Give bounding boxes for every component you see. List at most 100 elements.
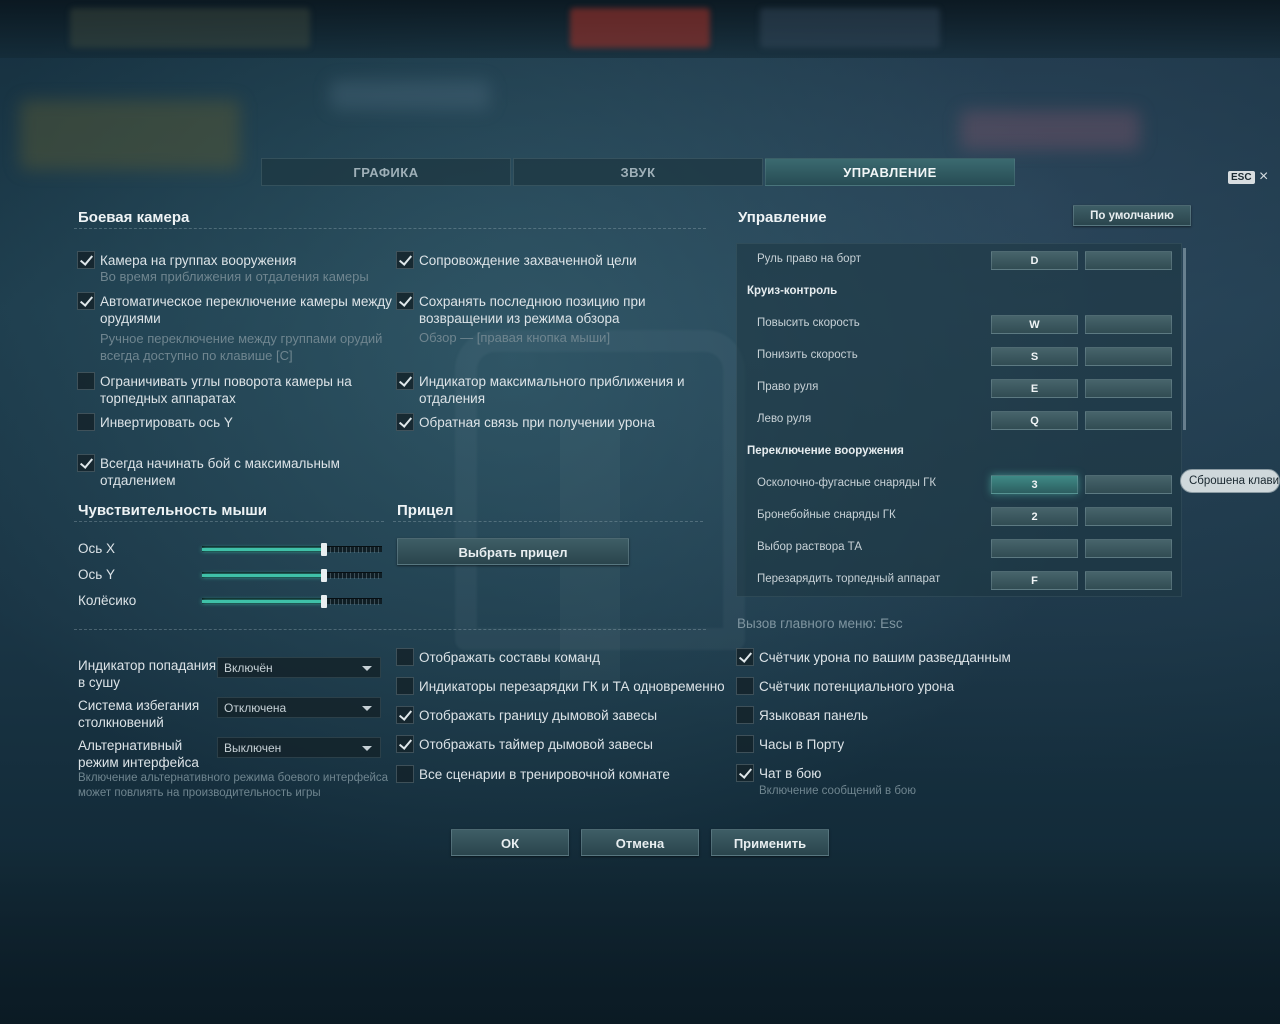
mouse-x-slider[interactable] <box>202 543 382 556</box>
select-value: Включён <box>224 661 273 675</box>
invert-y-checkbox[interactable] <box>77 413 95 431</box>
primary-key-button[interactable] <box>991 539 1078 558</box>
damage-feedback-checkbox[interactable] <box>396 413 414 431</box>
mouse-y-slider[interactable] <box>202 569 382 582</box>
select-value: Отключена <box>224 701 287 715</box>
cancel-button[interactable]: Отмена <box>581 829 699 856</box>
checkbox-label: Все сценарии в тренировочной комнате <box>419 767 670 782</box>
slider-label: Ось Y <box>78 567 116 582</box>
blurred-bottom-strip <box>0 850 1280 1024</box>
keybind-group-title: Круиз-контроль <box>747 285 838 297</box>
checkbox-label: Отображать составы команд <box>419 650 601 665</box>
battle-chat-checkbox[interactable] <box>736 764 754 782</box>
secondary-key-button[interactable] <box>1085 571 1172 590</box>
secondary-key-button[interactable] <box>1085 507 1172 526</box>
checkbox-label: Счётчик потенциального урона <box>759 679 955 694</box>
section-divider <box>74 228 706 229</box>
section-divider <box>393 521 703 522</box>
smoke-border-checkbox[interactable] <box>396 706 414 724</box>
apply-button[interactable]: Применить <box>711 829 829 856</box>
tab-controls[interactable]: УПРАВЛЕНИЕ <box>765 158 1015 186</box>
camera-section-title: Боевая камера <box>78 209 190 226</box>
keybind-action: Осколочно-фугасные снаряды ГК <box>757 477 937 489</box>
scouting-damage-counter-checkbox[interactable] <box>736 648 754 666</box>
reload-indicators-checkbox[interactable] <box>396 677 414 695</box>
potential-damage-counter-checkbox[interactable] <box>736 677 754 695</box>
secondary-key-button[interactable] <box>1085 347 1172 366</box>
save-camera-position-checkbox[interactable] <box>396 292 414 310</box>
limit-torpedo-camera-checkbox[interactable] <box>77 372 95 390</box>
all-scenarios-checkbox[interactable] <box>396 765 414 783</box>
slider-handle[interactable] <box>321 569 328 582</box>
chevron-down-icon <box>362 746 372 751</box>
auto-camera-switch-checkbox[interactable] <box>77 292 95 310</box>
blurred-top-bar <box>0 0 1280 58</box>
secondary-key-button[interactable] <box>1085 315 1172 334</box>
show-teams-checkbox[interactable] <box>396 648 414 666</box>
mouse-section-title: Чувствительность мыши <box>78 502 268 519</box>
smoke-timer-checkbox[interactable] <box>396 735 414 753</box>
primary-key-button[interactable]: 2 <box>991 507 1078 526</box>
alt-interface-hint: может повлиять на производительность игр… <box>78 787 321 799</box>
keybind-group: Переключение вооружения <box>737 436 1181 468</box>
primary-key-button[interactable]: E <box>991 379 1078 398</box>
blurred-background-panel <box>330 80 490 110</box>
primary-key-button[interactable]: Q <box>991 411 1078 430</box>
checkbox-label: Отображать границу дымовой завесы <box>419 708 658 723</box>
keybind-scrollbar[interactable] <box>1183 248 1186 430</box>
checkbox-label: отдаления <box>419 391 486 406</box>
secondary-key-button[interactable] <box>1085 539 1172 558</box>
ground-hit-indicator-select[interactable]: Включён <box>217 657 381 678</box>
checkbox-label: Отображать таймер дымовой завесы <box>419 737 653 752</box>
keybind-row: Повысить скорость W <box>737 308 1181 340</box>
ok-button[interactable]: ОК <box>451 829 569 856</box>
keybind-row: Осколочно-фугасные снаряды ГК 3 <box>737 468 1181 500</box>
language-bar-checkbox[interactable] <box>736 706 754 724</box>
primary-key-button[interactable]: F <box>991 571 1078 590</box>
secondary-key-button[interactable] <box>1085 411 1172 430</box>
checkbox-label: Чат в бою <box>759 766 822 781</box>
section-divider <box>74 521 384 522</box>
checkbox-hint: Ручное переключение между группами оруди… <box>100 331 383 346</box>
keybind-row: Лево руля Q <box>737 404 1181 436</box>
keybind-action: Лево руля <box>757 413 812 425</box>
camera-weapon-groups-checkbox[interactable] <box>77 251 95 269</box>
keybind-row: Понизить скорость S <box>737 340 1181 372</box>
reset-defaults-button[interactable]: По умолчанию <box>1073 205 1191 226</box>
slider-handle[interactable] <box>321 543 328 556</box>
keybind-row: Выбор раствора ТА <box>737 532 1181 564</box>
keybind-action: Право руля <box>757 381 819 393</box>
tab-sound[interactable]: ЗВУК <box>513 158 763 186</box>
keybind-row: Право руля E <box>737 372 1181 404</box>
primary-key-button[interactable]: S <box>991 347 1078 366</box>
mouse-wheel-slider[interactable] <box>202 595 382 608</box>
collision-avoidance-select[interactable]: Отключена <box>217 697 381 718</box>
alt-interface-select[interactable]: Выключен <box>217 737 381 758</box>
secondary-key-button[interactable] <box>1085 379 1172 398</box>
tab-graphics[interactable]: ГРАФИКА <box>261 158 511 186</box>
secondary-key-button[interactable] <box>1085 475 1172 494</box>
keybind-row: Руль право на борт D <box>737 244 1181 276</box>
dropdown-label: Альтернативный <box>78 738 183 753</box>
checkbox-label: Сохранять последнюю позицию при <box>419 294 646 309</box>
primary-key-button[interactable]: 3 <box>991 475 1078 494</box>
primary-key-button[interactable]: W <box>991 315 1078 334</box>
dropdown-label: режим интерфейса <box>78 755 199 770</box>
port-clock-checkbox[interactable] <box>736 735 754 753</box>
main-menu-hint: Вызов главного меню: Esc <box>737 616 903 631</box>
checkbox-label: Камера на группах вооружения <box>100 253 297 268</box>
checkbox-label: отдалением <box>100 473 176 488</box>
zoom-indicator-checkbox[interactable] <box>396 372 414 390</box>
key-reset-tooltip: Сброшена клавиша <box>1180 469 1280 493</box>
secondary-key-button[interactable] <box>1085 251 1172 270</box>
keybind-group: Круиз-контроль <box>737 276 1181 308</box>
close-icon[interactable]: × <box>1259 168 1268 186</box>
checkbox-label: Часы в Порту <box>759 737 845 752</box>
chevron-down-icon <box>362 666 372 671</box>
max-zoom-start-checkbox[interactable] <box>77 454 95 472</box>
track-target-checkbox[interactable] <box>396 251 414 269</box>
primary-key-button[interactable]: D <box>991 251 1078 270</box>
select-sight-button[interactable]: Выбрать прицел <box>397 538 629 565</box>
slider-label: Колёсико <box>78 593 137 608</box>
slider-handle[interactable] <box>321 595 328 608</box>
